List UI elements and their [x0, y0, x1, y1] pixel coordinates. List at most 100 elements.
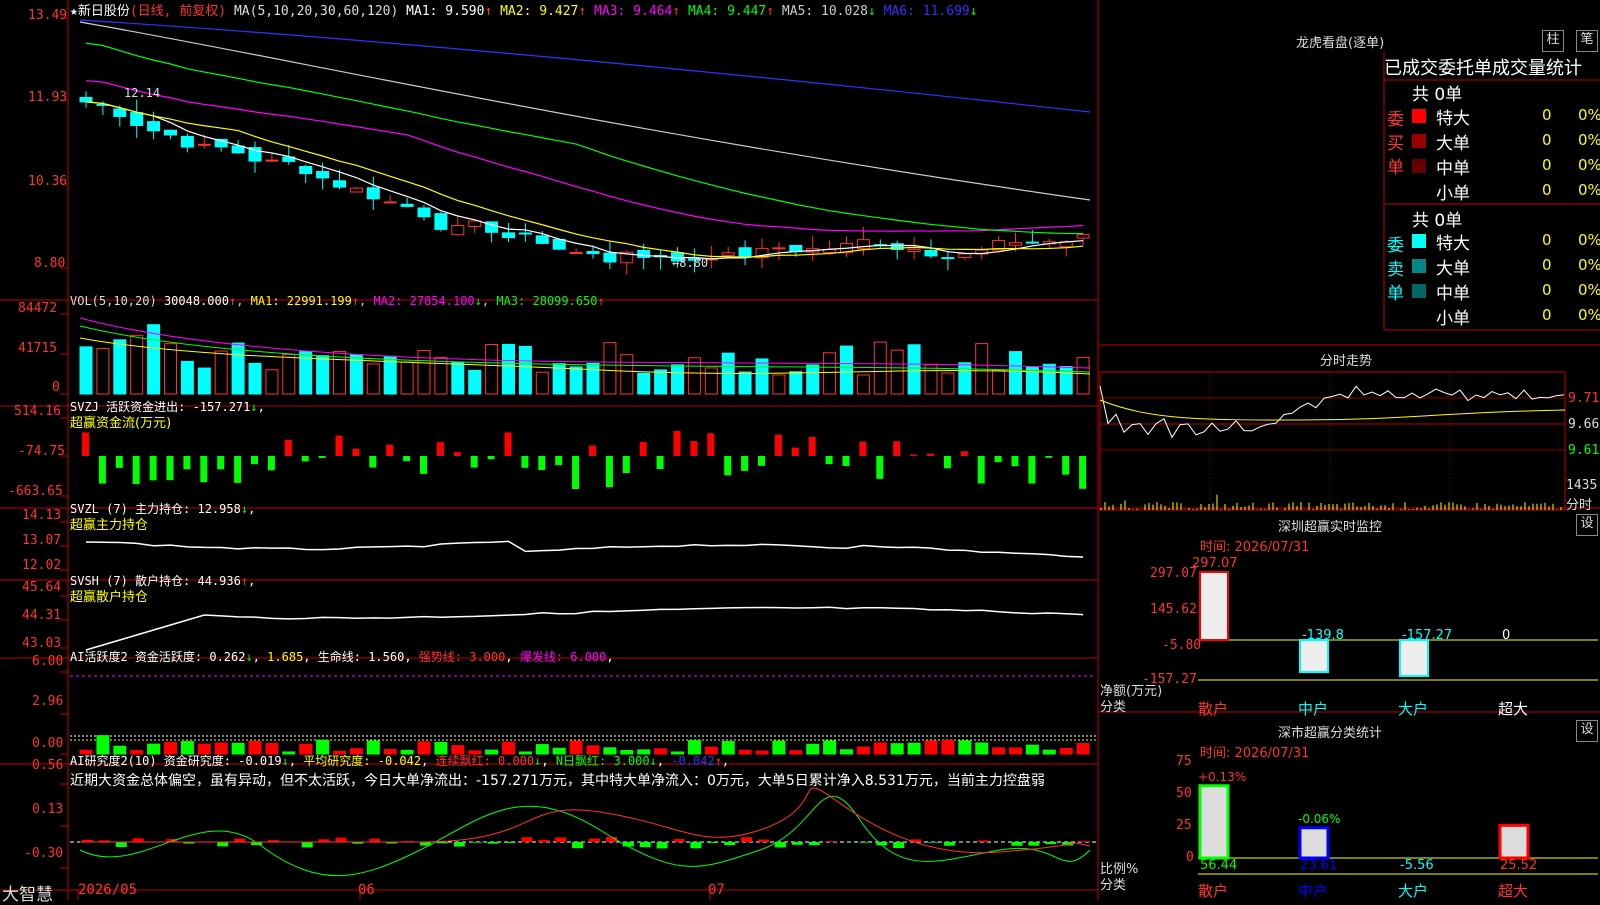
candle: [1026, 242, 1038, 243]
research-bar: [572, 842, 583, 848]
flow-bar: [454, 452, 461, 456]
stats-tick-1: 75: [1176, 754, 1192, 769]
flow-bar: [640, 442, 647, 456]
candle: [959, 254, 971, 258]
period-label: (日线, 前复权): [130, 4, 226, 19]
buy-row-count: 0: [1542, 156, 1552, 174]
vol-tick-2: 41715: [18, 341, 57, 356]
dragon-tabs[interactable]: 已成交委托单成交量统计: [1384, 54, 1582, 80]
activity-bar: [959, 741, 971, 754]
volume-bar: [672, 365, 684, 394]
svzl-tick-3: 12.02: [22, 558, 61, 573]
vol-tick-3: 0: [52, 380, 60, 395]
volume-bar: [790, 372, 802, 394]
sell-total: 共 0单: [1412, 206, 1462, 231]
monitor-category: 中户: [1298, 698, 1328, 719]
flow-bar: [538, 456, 545, 470]
candle: [503, 233, 515, 238]
volume-bar: [97, 348, 109, 394]
volume-bar: [1010, 352, 1022, 394]
volume-bar: [452, 362, 464, 394]
volume-bar: [655, 370, 667, 394]
vol-ma2: [80, 318, 1090, 368]
candle: [401, 204, 413, 206]
pen-mode-button[interactable]: 笔: [1576, 30, 1598, 52]
candle: [722, 253, 734, 256]
buy-row-label: 特大: [1436, 104, 1470, 129]
candle: [350, 188, 362, 192]
stats-category: 大户: [1398, 880, 1428, 901]
flow-bar: [775, 435, 782, 456]
flow-bar: [150, 456, 157, 480]
sell-row-count: 0: [1542, 306, 1552, 324]
sell-row-pct: 0%: [1578, 281, 1600, 299]
volume-bar: [841, 346, 853, 394]
flow-bar: [217, 456, 224, 469]
ai1-tick-3: 0.00: [32, 736, 63, 751]
activity-bar: [807, 744, 819, 754]
stats-bar: [1500, 825, 1528, 858]
monitor-bar: [1200, 572, 1228, 640]
activity-bar: [942, 740, 954, 754]
flow-bar: [167, 456, 174, 480]
buy-row-pct: 0%: [1578, 181, 1600, 199]
stats-title: 深市超赢分类统计: [1278, 722, 1382, 741]
flow-bar: [116, 456, 123, 468]
buy-swatch-3: [1412, 184, 1426, 198]
buy-total: 共 0单: [1412, 80, 1462, 105]
research-bar: [640, 842, 651, 847]
bar-mode-button[interactable]: 柱: [1542, 30, 1564, 52]
candle: [1077, 234, 1089, 238]
flow-bar: [674, 431, 681, 456]
research-bar: [217, 842, 228, 846]
stock-name[interactable]: ★新日股份: [70, 4, 130, 19]
volume-bar: [503, 344, 515, 394]
research-bar: [1045, 842, 1056, 844]
flow-bar: [336, 436, 343, 456]
flow-bar: [826, 456, 833, 464]
flow-bar: [1045, 456, 1052, 458]
svzj-tick-2: -74.75: [18, 444, 65, 459]
candle: [266, 160, 278, 161]
flow-bar: [369, 456, 376, 468]
stats-settings-button[interactable]: 设: [1576, 720, 1598, 742]
research-bar: [454, 842, 465, 847]
monitor-settings-button[interactable]: 设: [1576, 514, 1598, 536]
date-label-1: 2026/05: [78, 882, 137, 898]
intraday-price-line: [1100, 386, 1564, 437]
research-bar: [116, 842, 127, 847]
intraday-price-2: 9.66: [1568, 417, 1599, 432]
activity-bar: [841, 750, 853, 754]
research-bar: [809, 842, 820, 845]
flow-bar: [437, 442, 444, 456]
svsh-tick-3: 43.03: [22, 636, 61, 651]
volume-bar: [80, 347, 92, 394]
research-bar: [826, 841, 837, 842]
stats-value-label: 25.52: [1500, 858, 1537, 873]
research-bar: [437, 842, 448, 843]
ma-value-6: MA6: 11.699: [876, 4, 970, 19]
flow-bar: [944, 456, 951, 468]
candle: [908, 249, 920, 251]
volume-bar: [469, 370, 481, 394]
stats-category: 超大: [1498, 880, 1528, 901]
price-tick-3: 10.36: [28, 174, 67, 189]
stats-change-label: +0.13%: [1198, 770, 1246, 784]
flow-bar: [927, 454, 934, 456]
flow-bar: [589, 446, 596, 456]
flow-bar: [758, 456, 765, 466]
flow-bar: [82, 432, 89, 456]
flow-bar: [1079, 456, 1086, 489]
volume-bar: [773, 375, 785, 394]
volume-bar: [334, 352, 346, 394]
candle: [435, 214, 447, 230]
research-bar: [724, 842, 735, 845]
volume-bar: [638, 373, 650, 394]
sell-row-label: 小单: [1436, 304, 1470, 329]
volume-bar: [283, 355, 295, 394]
ai2-tick-2: 0.13: [32, 802, 63, 817]
svzl-sub: 超赢主力持仓: [70, 514, 148, 533]
research-bar: [690, 842, 701, 848]
research-bar: [1028, 842, 1039, 846]
volume-bar: [857, 375, 869, 394]
